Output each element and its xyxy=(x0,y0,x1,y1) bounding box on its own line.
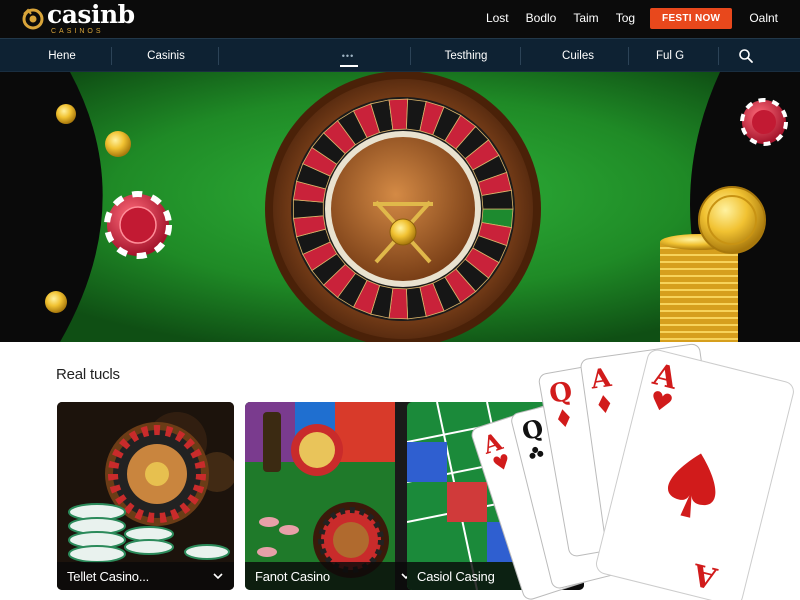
nav-item-home[interactable]: Hene xyxy=(22,39,102,72)
roulette-wheel-icon xyxy=(265,72,541,342)
logo-crown-icon xyxy=(22,8,44,30)
nav-divider xyxy=(218,47,219,65)
top-link-tog[interactable]: Tog xyxy=(616,11,635,25)
casino-card[interactable]: Casiol Casing xyxy=(407,402,584,590)
account-link[interactable]: Oalnt xyxy=(749,11,778,25)
gold-coin-icon xyxy=(45,291,67,313)
festi-now-button[interactable]: FESTI NOW xyxy=(650,7,733,29)
logo[interactable]: casinb CASINOS xyxy=(22,2,135,35)
nav-divider xyxy=(628,47,629,65)
gold-coin-icon xyxy=(105,131,131,157)
poker-chip-icon xyxy=(740,98,788,146)
card-title: Tellet Casino... xyxy=(67,568,150,584)
top-link-bodlo[interactable]: Bodlo xyxy=(526,11,557,25)
poker-chip-icon xyxy=(104,191,172,259)
card-footer: Fanot Casino xyxy=(245,562,422,590)
top-link-lost[interactable]: Lost xyxy=(486,11,509,25)
hero-banner xyxy=(0,72,800,342)
nav-item-testhing[interactable]: Testhing xyxy=(424,39,508,72)
casino-card[interactable]: Fanot Casino xyxy=(245,402,422,590)
logo-tagline: CASINOS xyxy=(51,28,104,35)
card-footer: Casiol Casing xyxy=(407,562,584,590)
nav-item-ful-g[interactable]: Ful G xyxy=(638,39,702,72)
top-links: Lost Bodlo Taim Tog FESTI NOW Oalnt xyxy=(469,7,778,29)
nav-item-cuiles[interactable]: Cuiles xyxy=(540,39,616,72)
nav-divider xyxy=(111,47,112,65)
chevron-down-icon[interactable] xyxy=(212,570,224,582)
search-icon[interactable] xyxy=(738,48,754,64)
card-title: Fanot Casino xyxy=(255,568,330,584)
chevron-down-icon[interactable] xyxy=(562,570,574,582)
nav-item-casinos[interactable]: Casinis xyxy=(124,39,208,72)
section-title: Real tucls xyxy=(56,366,120,383)
svg-text:A: A xyxy=(689,556,722,596)
nav-divider xyxy=(718,47,719,65)
card-footer: Tellet Casino... xyxy=(57,562,234,590)
hero-illustration xyxy=(0,72,800,342)
nav-divider xyxy=(520,47,521,65)
casino-card[interactable]: Tellet Casino... xyxy=(57,402,234,590)
card-title: Casiol Casing xyxy=(417,568,495,584)
top-header: casinb CASINOS Lost Bodlo Taim Tog FESTI… xyxy=(0,0,800,38)
gold-coin-icon xyxy=(56,104,76,124)
top-link-taim[interactable]: Taim xyxy=(573,11,598,25)
card-rank: A xyxy=(649,357,682,397)
nav-active-indicator xyxy=(340,65,358,67)
nav-divider xyxy=(410,47,411,65)
nav-item-more[interactable]: ••• xyxy=(318,39,378,72)
main-nav: Hene Casinis ••• Testhing Cuiles Ful G xyxy=(0,38,800,72)
card-rank: A xyxy=(588,363,614,396)
logo-name: casinb xyxy=(47,0,135,29)
